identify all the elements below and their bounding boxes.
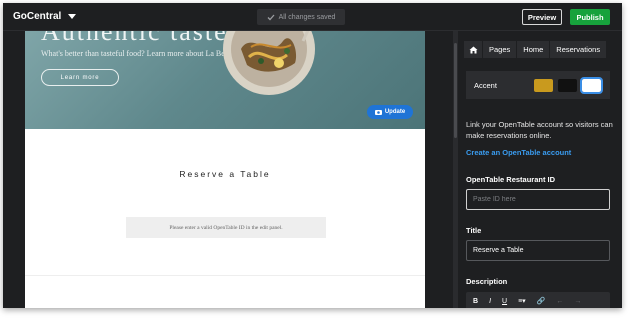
brand-name: GoCentral [13, 11, 62, 22]
home-icon [469, 46, 477, 53]
link-icon[interactable]: 🔗 [537, 297, 546, 305]
title-value: Reserve a Table [473, 247, 524, 254]
camera-icon [374, 110, 382, 115]
update-image-button[interactable]: Update [367, 105, 413, 119]
breadcrumb-home-page[interactable]: Home [516, 41, 550, 58]
opentable-notice: Please enter a valid OpenTable ID in the… [126, 217, 326, 238]
check-icon [267, 14, 275, 20]
breadcrumb: Pages Home Reservations [464, 41, 607, 58]
save-status-text: All changes saved [278, 13, 336, 21]
bold-button[interactable]: B [473, 298, 478, 305]
accent-color-picker: Accent [466, 71, 610, 99]
list-dropdown-button[interactable]: ≡▾ [518, 297, 526, 305]
publish-button[interactable]: Publish [570, 9, 610, 25]
underline-button[interactable]: U [502, 298, 507, 305]
save-status: All changes saved [257, 9, 345, 25]
edit-panel: Pages Home Reservations Accent Link your… [458, 31, 622, 308]
breadcrumb-home[interactable] [464, 41, 482, 58]
hero-title: Authentic tastes [41, 31, 240, 46]
italic-button[interactable]: I [489, 298, 491, 305]
learn-more-button[interactable]: Learn more [41, 69, 119, 86]
title-label: Title [466, 226, 482, 235]
breadcrumb-pages[interactable]: Pages [482, 41, 517, 58]
app-window: GoCentral All changes saved Preview Publ… [3, 3, 622, 308]
update-label: Update [384, 109, 406, 115]
accent-swatch-gold[interactable] [534, 78, 553, 92]
redo-icon[interactable]: → [574, 298, 581, 305]
chevron-down-icon [68, 14, 77, 19]
top-bar: GoCentral All changes saved Preview Publ… [3, 3, 622, 31]
accent-swatch-white[interactable] [580, 76, 603, 94]
canvas-scrollbar-thumb[interactable] [454, 43, 457, 138]
description-toolbar: B I U ≡▾ 🔗 ← → [466, 292, 610, 308]
opentable-id-field[interactable] [466, 189, 610, 210]
breadcrumb-reservations[interactable]: Reservations [549, 41, 607, 58]
accent-swatch-black[interactable] [558, 78, 577, 92]
opentable-id-label: OpenTable Restaurant ID [466, 175, 556, 184]
preview-button[interactable]: Preview [522, 9, 562, 25]
opentable-instructions: Link your OpenTable account so visitors … [466, 120, 613, 140]
accent-label: Accent [474, 80, 497, 90]
section-title: Reserve a Table [179, 169, 271, 179]
hero-section[interactable]: Authentic tastes What's better than tast… [25, 31, 425, 129]
brand-menu[interactable]: GoCentral [13, 11, 77, 22]
title-field[interactable]: Reserve a Table [466, 240, 610, 261]
opentable-id-input[interactable] [473, 196, 609, 203]
food-plate-image [223, 31, 315, 95]
description-label: Description [466, 277, 508, 286]
create-opentable-link[interactable]: Create an OpenTable account [466, 148, 571, 157]
site-canvas: Authentic tastes What's better than tast… [25, 31, 425, 308]
section-divider [25, 275, 425, 276]
undo-icon[interactable]: ← [556, 298, 563, 305]
